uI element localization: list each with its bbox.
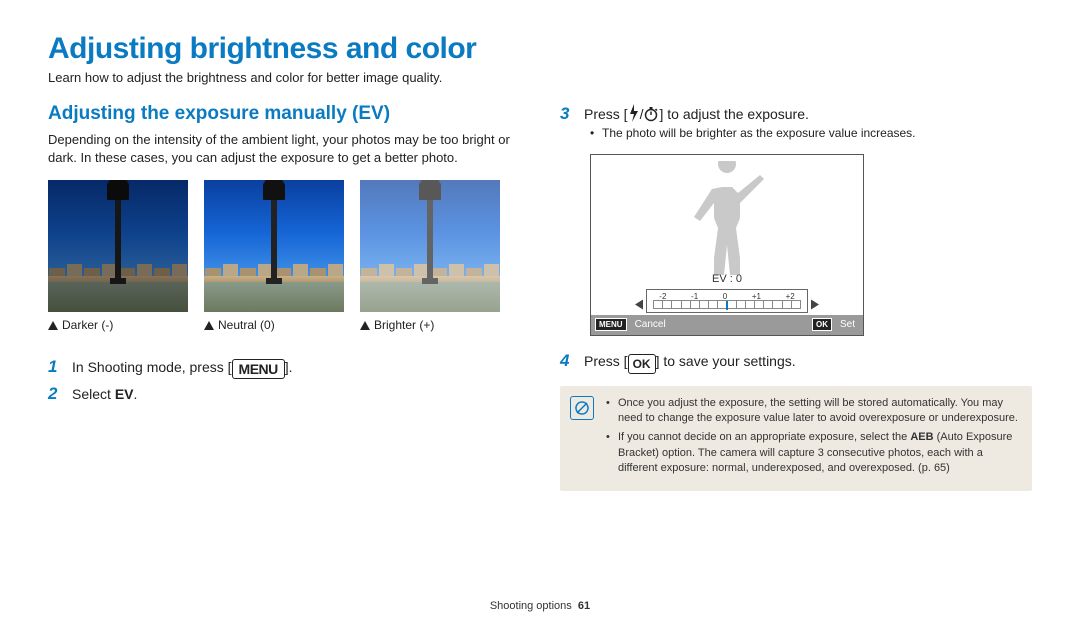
note-icon [570, 396, 594, 420]
ok-button-icon: OK [628, 354, 656, 374]
note-box: Once you adjust the exposure, the settin… [560, 386, 1032, 491]
page-footer: Shooting options 61 [0, 600, 1080, 612]
triangle-right-icon [811, 299, 819, 309]
triangle-up-icon [360, 321, 370, 330]
sample-neutral: Neutral (0) [204, 180, 344, 332]
note-item-2: If you cannot decide on an appropriate e… [606, 430, 1018, 476]
triangle-left-icon [635, 299, 643, 309]
step-3: 3 Press [/] to adjust the exposure. The … [560, 103, 1032, 148]
page-intro: Learn how to adjust the brightness and c… [48, 70, 1032, 85]
ev-marker [726, 301, 728, 310]
ev-value-label: EV : 0 [712, 273, 742, 285]
caption-brighter: Brighter (+) [374, 318, 434, 332]
flash-icon [628, 104, 640, 122]
step-4: 4 Press [OK] to save your settings. [560, 350, 1032, 374]
caption-darker: Darker (-) [62, 318, 113, 332]
exposure-samples: Darker (-) Neutral (0) [48, 180, 520, 332]
page-title: Adjusting brightness and color [48, 32, 1032, 66]
camera-legend-bar: MENU Cancel OK Set [591, 315, 863, 335]
menu-button-icon: MENU [595, 318, 627, 331]
sample-brighter: Brighter (+) [360, 180, 500, 332]
timer-icon [643, 106, 659, 122]
section-body-ev: Depending on the intensity of the ambien… [48, 131, 520, 166]
step-1: 1 In Shooting mode, press [MENU]. [48, 356, 520, 379]
ok-button-icon: OK [812, 318, 832, 331]
section-heading-ev: Adjusting the exposure manually (EV) [48, 103, 520, 125]
caption-neutral: Neutral (0) [218, 318, 275, 332]
sample-darker: Darker (-) [48, 180, 188, 332]
ev-scale: -2 -1 0 +1 +2 [646, 289, 808, 313]
triangle-up-icon [204, 321, 214, 330]
menu-button-icon: MENU [232, 359, 285, 379]
silhouette-figure [672, 161, 782, 275]
step-3-bullet: The photo will be brighter as the exposu… [586, 125, 1032, 141]
step-2: 2 Select EV. [48, 383, 520, 405]
note-item-1: Once you adjust the exposure, the settin… [606, 396, 1018, 427]
camera-screen-preview: EV : 0 -2 -1 0 +1 +2 MENU C [590, 154, 864, 336]
triangle-up-icon [48, 321, 58, 330]
